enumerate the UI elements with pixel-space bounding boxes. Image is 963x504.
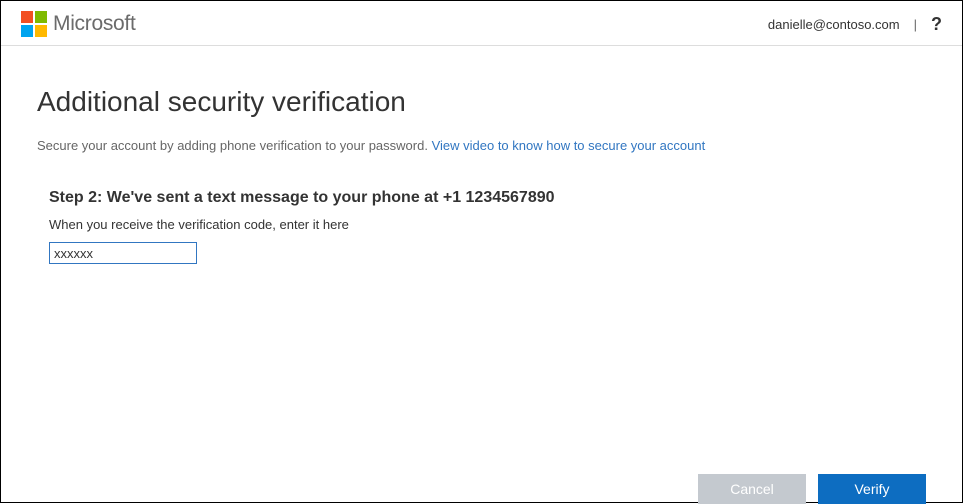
page-description: Secure your account by adding phone veri…	[37, 138, 926, 153]
verify-button[interactable]: Verify	[818, 474, 926, 504]
verification-code-input[interactable]	[49, 242, 197, 264]
footer-buttons: Cancel Verify	[698, 474, 926, 504]
cancel-button[interactable]: Cancel	[698, 474, 806, 504]
page-header: Microsoft danielle@contoso.com | ?	[1, 1, 962, 46]
content-container: Additional security verification Secure …	[1, 46, 962, 499]
brand-area: Microsoft	[21, 11, 135, 37]
step-title: Step 2: We've sent a text message to you…	[49, 189, 926, 207]
user-email: danielle@contoso.com	[768, 17, 900, 32]
main-content: Additional security verification Secure …	[1, 46, 962, 264]
video-link[interactable]: View video to know how to secure your ac…	[432, 138, 706, 153]
help-icon[interactable]: ?	[931, 14, 942, 35]
description-text: Secure your account by adding phone veri…	[37, 138, 432, 153]
microsoft-logo-icon	[21, 11, 47, 37]
step-section: Step 2: We've sent a text message to you…	[37, 189, 926, 264]
step-instruction: When you receive the verification code, …	[49, 217, 926, 232]
separator: |	[914, 17, 917, 32]
header-right: danielle@contoso.com | ?	[768, 14, 942, 35]
brand-text: Microsoft	[53, 12, 135, 36]
page-title: Additional security verification	[37, 86, 926, 118]
